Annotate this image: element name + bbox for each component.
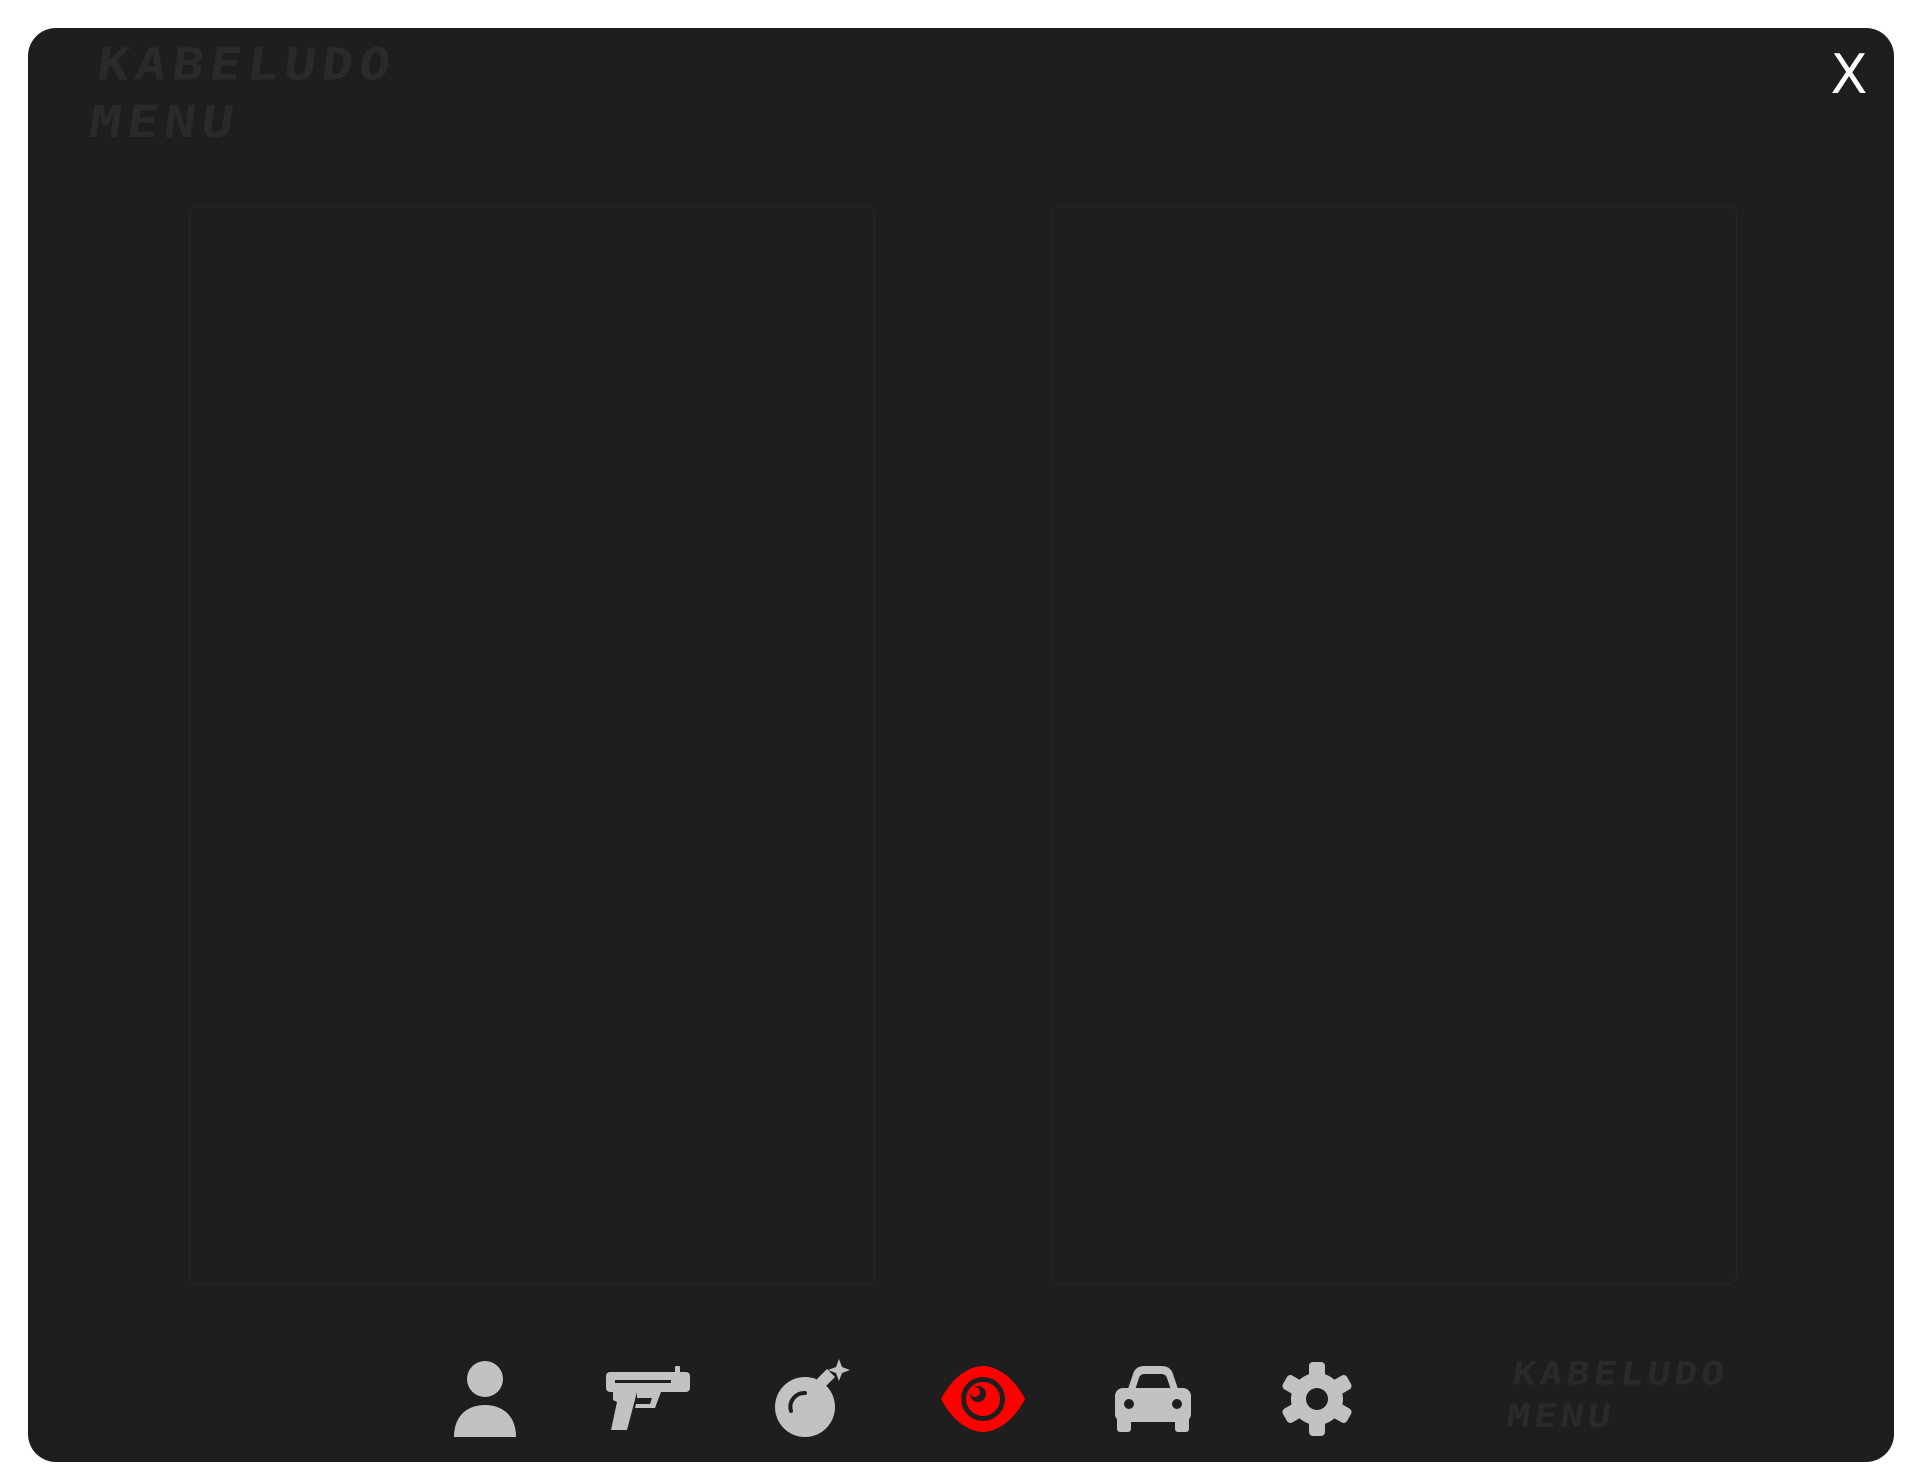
nav-vehicles-button[interactable]	[1108, 1354, 1198, 1444]
bomb-icon	[775, 1359, 850, 1437]
logo-line-1: KABELUDO	[1510, 1354, 1731, 1392]
car-icon	[1115, 1366, 1191, 1432]
logo-line-2: MENU	[86, 97, 243, 149]
pistol-icon	[606, 1366, 690, 1430]
right-panel	[1051, 206, 1737, 1284]
nav-player-button[interactable]	[440, 1354, 530, 1444]
logo-watermark-bottom: KABELUDO MENU	[1504, 1352, 1731, 1437]
logo-line-1: KABELUDO	[94, 39, 400, 91]
left-panel	[189, 206, 875, 1284]
eye-icon	[941, 1366, 1025, 1432]
menu-window: KABELUDO MENU X KABELUDO MENU	[28, 28, 1894, 1462]
logo-line-2: MENU	[1504, 1397, 1618, 1435]
close-button[interactable]: X	[1824, 44, 1874, 106]
nav-settings-button[interactable]	[1272, 1354, 1362, 1444]
nav-visuals-button[interactable]	[938, 1354, 1028, 1444]
gear-icon	[1282, 1362, 1352, 1436]
user-icon	[454, 1361, 516, 1437]
nav-weapons-button[interactable]	[603, 1354, 693, 1444]
nav-explosives-button[interactable]	[768, 1354, 858, 1444]
logo-watermark-top: KABELUDO MENU	[86, 36, 401, 152]
